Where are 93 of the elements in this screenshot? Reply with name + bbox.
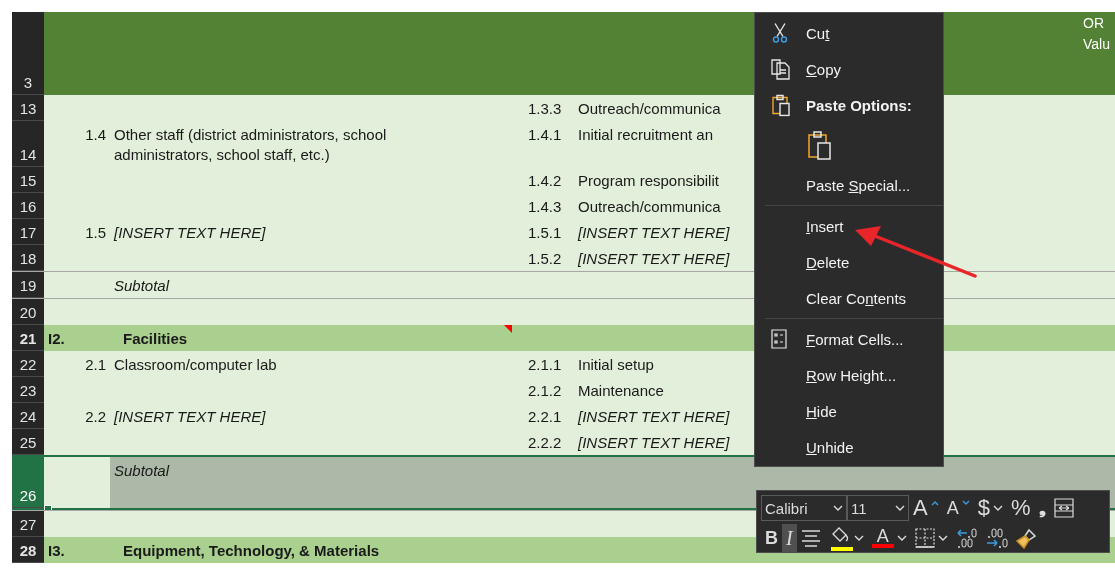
toolbar-button[interactable]: %	[1006, 494, 1035, 522]
row-header[interactable]: 26	[12, 457, 44, 508]
item-number: 1.4.2	[528, 172, 562, 189]
subtotal-label: Subtotal	[114, 461, 170, 481]
menu-item[interactable]: Unhide	[755, 429, 943, 465]
menu-item[interactable]: Row Height...	[755, 357, 943, 393]
item-text: [INSERT TEXT HERE]	[114, 223, 266, 243]
merge-icon	[1053, 498, 1074, 518]
item-number: 1.4.3	[528, 198, 562, 215]
item-number: 1.5.2	[528, 250, 562, 267]
item-text: [INSERT TEXT HERE]	[114, 407, 266, 427]
borders-icon	[914, 528, 935, 548]
toolbar-button[interactable]: $	[973, 494, 1007, 522]
row-header[interactable]: 3	[12, 12, 44, 95]
item-text: Initial setup	[578, 356, 654, 373]
item-text: [INSERT TEXT HERE]	[578, 408, 730, 425]
copy-icon	[771, 58, 791, 80]
column-heading: OR	[1083, 14, 1105, 33]
menu-heading: Paste Options:	[755, 87, 943, 123]
item-number: 1.3.3	[528, 100, 562, 117]
row-header[interactable]: 19	[12, 272, 44, 298]
decrease-decimal-icon	[955, 527, 978, 549]
menu-item[interactable]: Clear Contents	[755, 280, 943, 316]
item-text: Outreach/communica	[578, 198, 721, 215]
item-number: 1.5.1	[528, 224, 562, 241]
item-number: 1.4	[85, 125, 106, 145]
subtotal-label: Subtotal	[114, 276, 170, 296]
caret-icon	[930, 500, 939, 506]
font-size-dropdown[interactable]: 11	[847, 495, 909, 521]
item-number: 2.1.2	[528, 382, 562, 399]
item-number: 1.5	[85, 223, 106, 243]
caret-icon	[937, 534, 948, 542]
menu-item[interactable]: Insert	[755, 208, 943, 244]
item-number: 2.2.1	[528, 408, 562, 425]
caret-icon	[853, 534, 864, 542]
item-text: [INSERT TEXT HERE]	[578, 224, 730, 241]
scissors-icon	[771, 22, 789, 44]
row-header[interactable]: 28	[12, 537, 44, 563]
item-text: Program responsibilit	[578, 172, 719, 189]
item-text: [INSERT TEXT HERE]	[578, 434, 730, 451]
row-header[interactable]: 22	[12, 351, 44, 377]
item-text: Outreach/communica	[578, 100, 721, 117]
caret-icon	[896, 534, 907, 542]
item-number: 2.2	[85, 407, 106, 427]
row-header[interactable]: 23	[12, 377, 44, 403]
menu-item[interactable]: Cut	[755, 15, 943, 51]
menu-item[interactable]: Paste Special...	[755, 167, 943, 203]
menu-item[interactable]: Format Cells...	[755, 321, 943, 357]
item-text: Initial recruitment an	[578, 126, 714, 143]
column-heading: Valu	[1083, 35, 1111, 54]
row-header[interactable]: 15	[12, 167, 44, 193]
item-text: Other staff (district administrators, school administrators, school staff, etc.)	[114, 125, 388, 165]
increase-decimal-icon	[985, 527, 1008, 549]
font-dropdown[interactable]: Calibri	[761, 495, 847, 521]
item-number: 2.2.2	[528, 434, 562, 451]
align-center-icon	[800, 528, 821, 548]
comma-style-button[interactable]: ❟	[1034, 494, 1050, 522]
item-text: [INSERT TEXT HERE]	[578, 250, 730, 267]
section-code: I3.	[48, 541, 65, 561]
menu-item[interactable]: Hide	[755, 393, 943, 429]
section-title: Facilities	[122, 329, 188, 349]
item-text: Classroom/computer lab	[114, 355, 277, 375]
menu-item[interactable]: Delete	[755, 244, 943, 280]
section-code: I2.	[48, 329, 65, 349]
caret-icon	[833, 504, 843, 512]
row-header[interactable]: 16	[12, 193, 44, 219]
menu-item[interactable]: Copy	[755, 51, 943, 87]
paste-icon[interactable]	[807, 130, 832, 160]
paste-icon	[771, 93, 791, 117]
format-cells-icon	[771, 329, 787, 349]
item-number: 2.1.1	[528, 356, 562, 373]
row-header[interactable]: 25	[12, 429, 44, 455]
row-header[interactable]: 20	[12, 299, 44, 325]
row-header[interactable]: 17	[12, 219, 44, 245]
caret-icon	[895, 504, 905, 512]
font-color-button[interactable]: A	[867, 524, 911, 552]
item-text: Maintenance	[578, 382, 664, 399]
caret-icon	[961, 500, 970, 506]
row-header[interactable]: 27	[12, 511, 44, 537]
caret-icon	[992, 504, 1003, 512]
grow-font-button[interactable]: A	[909, 494, 943, 522]
section-title: Equipment, Technology, & Materials	[122, 541, 380, 561]
row-header[interactable]: 14	[12, 121, 44, 167]
row-header[interactable]: 13	[12, 95, 44, 121]
format-painter-icon	[1015, 527, 1036, 549]
row-header[interactable]: 24	[12, 403, 44, 429]
shrink-font-button[interactable]: A	[942, 494, 974, 522]
bold-button[interactable]: B	[761, 524, 782, 552]
item-number: 1.4.1	[528, 126, 562, 143]
item-number: 2.1	[85, 355, 106, 375]
italic-button[interactable]: I	[782, 524, 797, 552]
row-header[interactable]: 21	[12, 325, 44, 351]
row-header[interactable]: 18	[12, 245, 44, 271]
